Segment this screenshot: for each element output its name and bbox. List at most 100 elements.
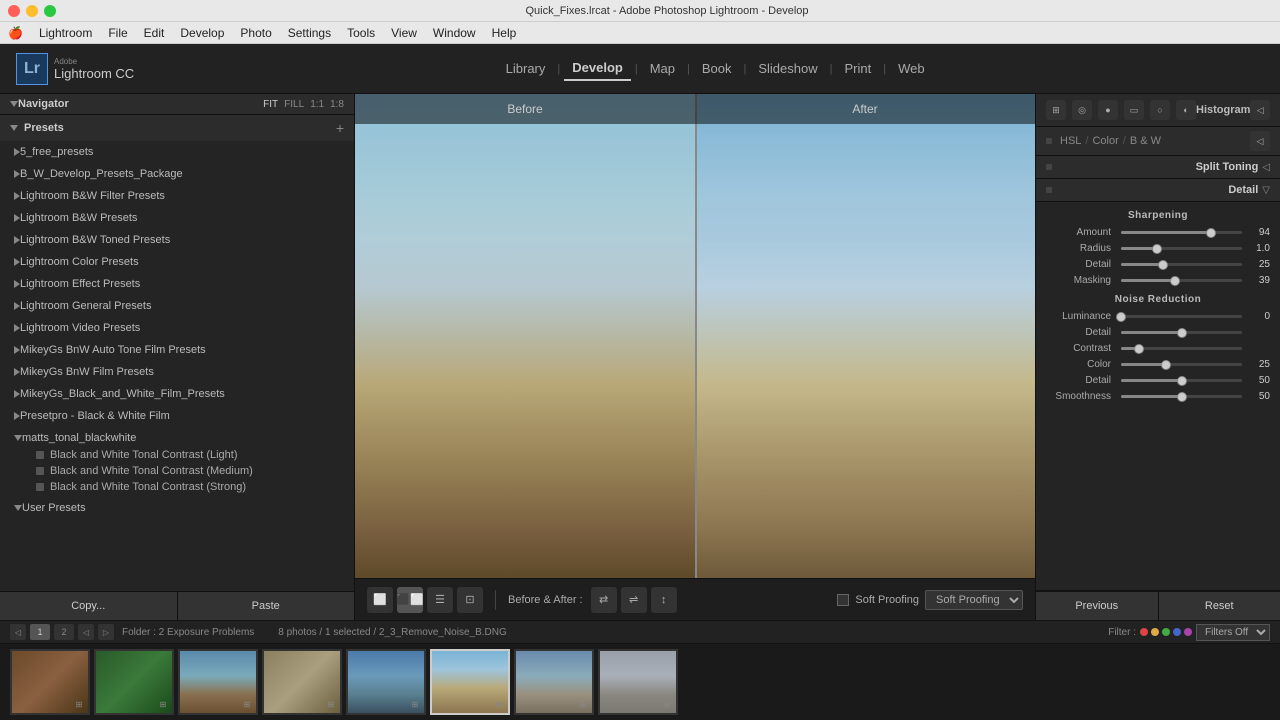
filmstrip-photo-6[interactable]: ⊞ [430,649,510,715]
filmstrip-photo-3[interactable]: ⊞ [178,649,258,715]
before-after-side-icon[interactable]: ⬛⬜ [397,587,423,613]
preset-group-header-15[interactable]: User Presets [0,499,354,517]
dot-yellow[interactable] [1151,628,1159,636]
crop-icon[interactable]: ⬜ [367,587,393,613]
nav-1-1[interactable]: 1:1 [310,99,324,110]
preset-item-medium[interactable]: Black and White Tonal Contrast (Medium) [0,463,354,479]
filmstrip-photo-8[interactable]: ⊞ [598,649,678,715]
nav-book[interactable]: Book [694,57,740,80]
amount-thumb[interactable] [1206,228,1216,238]
nr-color-detail-slider[interactable] [1121,379,1242,382]
nr-smoothness-slider[interactable] [1121,395,1242,398]
preset-group-header-14[interactable]: matts_tonal_blackwhite [0,429,354,447]
dot-red[interactable] [1140,628,1148,636]
luminance-thumb[interactable] [1116,312,1126,322]
split-toning-toggle[interactable] [1046,164,1052,170]
nav-library[interactable]: Library [498,57,554,80]
preset-group-header-4[interactable]: Lightroom B&W Presets [0,209,354,227]
reset-button[interactable]: Reset [1158,592,1280,620]
menu-view[interactable]: View [391,26,417,40]
split-toning-header[interactable]: Split Toning ◁ [1036,156,1280,179]
preset-item-strong[interactable]: Black and White Tonal Contrast (Strong) [0,479,354,495]
nav-map[interactable]: Map [642,57,683,80]
loupe-view-icon[interactable]: ⊞ [1046,100,1066,120]
copy-settings-button[interactable]: ⇌ [621,587,647,613]
nav-develop[interactable]: Develop [564,56,631,81]
collapse-histogram-icon[interactable]: ◁ [1250,100,1270,120]
presets-header[interactable]: Presets + [0,114,354,141]
preset-group-header-6[interactable]: Lightroom Color Presets [0,253,354,271]
preset-group-header-10[interactable]: MikeyGs BnW Auto Tone Film Presets [0,341,354,359]
more-options-button[interactable]: ↕ [651,587,677,613]
dot-purple[interactable] [1184,628,1192,636]
minimize-button[interactable] [26,5,38,17]
menu-window[interactable]: Window [433,26,476,40]
nav-print[interactable]: Print [836,57,879,80]
navigator-header[interactable]: Navigator FIT FILL 1:1 1:8 [0,94,354,114]
preset-group-header-13[interactable]: Presetpro - Black & White Film [0,407,354,425]
detail-thumb[interactable] [1158,260,1168,270]
tab-bw[interactable]: B & W [1130,135,1161,147]
nr-color-detail-thumb[interactable] [1177,376,1187,386]
masking-slider[interactable] [1121,279,1242,282]
before-after-top-icon[interactable]: ☰ [427,587,453,613]
previous-button[interactable]: Previous [1036,592,1158,620]
tab-hsl[interactable]: HSL [1060,135,1081,147]
filmstrip-photo-4[interactable]: ⊞ [262,649,342,715]
menu-help[interactable]: Help [492,26,517,40]
preset-group-header-9[interactable]: Lightroom Video Presets [0,319,354,337]
preset-group-header-12[interactable]: MikeyGs_Black_and_White_Film_Presets [0,385,354,403]
filmstrip-photo-1[interactable]: ⊞ [10,649,90,715]
preset-group-header-5[interactable]: Lightroom B&W Toned Presets [0,231,354,249]
apple-menu[interactable]: 🍎 [8,26,23,40]
menu-lightroom[interactable]: Lightroom [39,26,92,40]
filmstrip-nav-left-arrow[interactable]: ◁ [78,624,94,640]
filmstrip-photo-5[interactable]: ⊞ [346,649,426,715]
preset-group-header-3[interactable]: Lightroom B&W Filter Presets [0,187,354,205]
preset-group-header-7[interactable]: Lightroom Effect Presets [0,275,354,293]
detail-header[interactable]: Detail ▽ [1036,179,1280,202]
before-after-view-icon[interactable]: ◎ [1072,100,1092,120]
radius-thumb[interactable] [1152,244,1162,254]
before-after-split-icon[interactable]: ⊡ [457,587,483,613]
page-2[interactable]: 2 [54,624,74,640]
split-divider[interactable] [695,94,697,578]
maximize-button[interactable] [44,5,56,17]
amount-slider[interactable] [1121,231,1242,234]
filmstrip-view-icon[interactable]: ○ [1150,100,1170,120]
panel-toggle[interactable] [1046,138,1052,144]
preset-group-header-11[interactable]: MikeyGs BnW Film Presets [0,363,354,381]
close-button[interactable] [8,5,20,17]
menu-file[interactable]: File [108,26,127,40]
menu-photo[interactable]: Photo [240,26,271,40]
menu-settings[interactable]: Settings [288,26,331,40]
menu-tools[interactable]: Tools [347,26,375,40]
radius-slider[interactable] [1121,247,1242,250]
nr-color-thumb[interactable] [1161,360,1171,370]
menu-edit[interactable]: Edit [144,26,165,40]
detail-slider[interactable] [1121,263,1242,266]
nr-contrast-thumb[interactable] [1134,344,1144,354]
preset-group-header-1[interactable]: 5_free_presets [0,143,354,161]
nav-fit[interactable]: FIT [263,99,278,110]
soft-proofing-dropdown[interactable]: Soft Proofing [925,590,1023,610]
tab-color[interactable]: Color [1092,135,1118,147]
zoom-icon[interactable]: ◐ [1176,100,1196,120]
swap-before-after-button[interactable]: ⇄ [591,587,617,613]
filmstrip-photo-7[interactable]: ⊞ [514,649,594,715]
paste-button[interactable]: Paste [177,592,355,620]
dot-blue[interactable] [1173,628,1181,636]
preset-item-light[interactable]: Black and White Tonal Contrast (Light) [0,447,354,463]
soft-proofing-checkbox[interactable] [837,594,849,606]
filmstrip-nav-right-arrow[interactable]: ▷ [98,624,114,640]
nr-color-slider[interactable] [1121,363,1242,366]
compare-view-icon[interactable]: ● [1098,100,1118,120]
luminance-slider[interactable] [1121,315,1242,318]
add-preset-button[interactable]: + [336,120,344,136]
masking-thumb[interactable] [1170,276,1180,286]
nr-contrast-slider[interactable] [1121,347,1242,350]
nav-slideshow[interactable]: Slideshow [750,57,825,80]
filmstrip-photo-2[interactable]: ⊞ [94,649,174,715]
survey-view-icon[interactable]: ▭ [1124,100,1144,120]
preset-group-header-8[interactable]: Lightroom General Presets [0,297,354,315]
